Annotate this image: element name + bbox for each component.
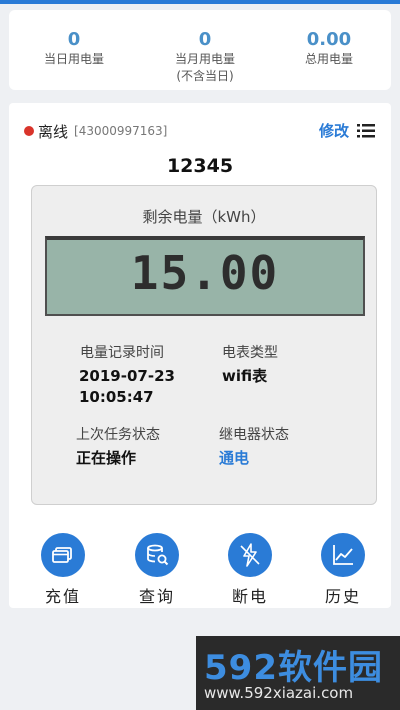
watermark-logo-num: 592 [204,648,278,688]
record-time-value: 10:05:47 [79,388,154,406]
power-off-button[interactable]: 断电 [215,533,285,607]
meter-card: 离线 [43000997163] 修改 12345 剩余电量（kWh） 15.0… [9,103,391,608]
stat-total: 0.00 总用电量 [269,30,389,67]
top-accent-bar [0,0,400,4]
action-buttons: 充值 查询 断电 历史 [9,533,391,606]
stat-total-value: 0.00 [306,29,352,50]
query-label: 查询 [138,587,175,606]
meter-type-value: wifi表 [222,367,268,385]
meter-info-panel: 剩余电量（kWh） 15.00 电量记录时间 2019-07-23 10:05:… [31,185,377,505]
card-icon [52,547,72,563]
stat-monthly: 0 当月用电量 (不含当日) [145,30,265,84]
meter-name: 12345 [166,155,234,177]
power-off-circle[interactable] [228,533,272,577]
remaining-title: 剩余电量（kWh） [142,208,266,226]
database-search-icon [147,544,169,566]
status-dot-icon [24,126,34,136]
recharge-circle[interactable] [41,533,85,577]
lcd-display: 15.00 [45,236,365,316]
stat-daily-label: 当日用电量 [43,52,104,66]
stat-monthly-sublabel: (不含当日) [176,69,234,83]
watermark-logo-text: 软件园 [277,648,383,688]
meter-type-label: 电表类型 [222,345,278,361]
stat-monthly-value: 0 [198,29,212,50]
recharge-label: 充值 [44,587,81,606]
status-text: 离线 [38,122,69,141]
edit-button[interactable]: 修改 [319,120,349,141]
history-circle[interactable] [321,533,365,577]
relay-label: 继电器状态 [219,427,289,443]
watermark-logo: 592软件园 [204,640,383,689]
list-menu-icon[interactable] [357,123,375,139]
stat-monthly-label: 当月用电量 [174,52,235,66]
history-button[interactable]: 历史 [308,533,378,607]
stat-total-label: 总用电量 [304,52,353,66]
record-time-label: 电量记录时间 [80,345,164,361]
recharge-button[interactable]: 充值 [28,533,98,607]
lightning-off-icon [240,543,260,567]
meter-status-row: 离线 [43000997163] [24,121,167,141]
query-circle[interactable] [135,533,179,577]
chart-icon [333,545,353,565]
meter-id: [43000997163] [74,124,168,138]
history-label: 历史 [324,587,361,606]
query-button[interactable]: 查询 [122,533,192,607]
watermark-url: www.592xiazai.com [204,684,354,702]
usage-summary-card: 0 当日用电量 0 当月用电量 (不含当日) 0.00 总用电量 [9,10,391,90]
relay-value: 通电 [219,449,250,467]
stat-daily-value: 0 [67,29,81,50]
watermark: 592软件园 www.592xiazai.com [196,636,400,710]
stat-daily: 0 当日用电量 [14,30,134,67]
last-task-value: 正在操作 [76,449,137,467]
remaining-value: 15.00 [130,246,280,300]
record-date-value: 2019-07-23 [79,367,175,385]
power-off-label: 断电 [231,587,268,606]
last-task-label: 上次任务状态 [76,427,160,443]
